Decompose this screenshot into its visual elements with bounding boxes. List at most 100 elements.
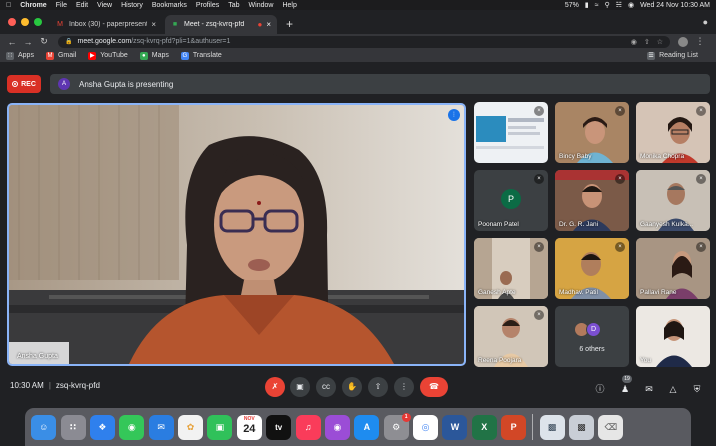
leave-call-button[interactable]: ☎ [420,377,448,397]
close-tab-icon[interactable]: × [266,20,271,29]
participant-tile[interactable]: × Reena Poojara [474,306,548,367]
captions-button[interactable]: cc [316,377,336,397]
share-icon[interactable]: ⇧ [644,38,650,46]
forward-icon[interactable]: → [22,37,34,47]
reload-icon[interactable]: ↻ [38,36,50,47]
photos-icon[interactable]: ✿ [178,414,204,440]
wifi-icon[interactable]: ≈ [595,2,599,9]
launchpad-icon[interactable]: ∷ [60,414,86,440]
participant-tile[interactable]: × Pallavi Rane [636,238,710,299]
apps-grid-icon: ∷ [6,51,14,60]
apple-icon[interactable]:  [6,2,11,9]
people-icon[interactable]: ♟ 19 [618,375,632,396]
participant-name: Reena Poojara [478,357,522,364]
tab-label: Meet - zsq-kvrq-pfd [184,21,245,28]
menu-history[interactable]: History [121,2,143,9]
zoom-window-button[interactable] [34,18,42,26]
tab-meet[interactable]: ■ Meet - zsq-kvrq-pfd ● × [165,15,277,34]
recent-window-icon[interactable]: ▩ [568,414,594,440]
participant-tile[interactable]: × [474,102,548,163]
participant-tile[interactable]: P × Poonam Patel [474,170,548,231]
more-menu-icon[interactable]: ⋮ [694,36,706,47]
bookmark-youtube[interactable]: ▶ YouTube [88,51,128,60]
participant-tile[interactable]: × Dr. G. R. Jani [555,170,629,231]
safari-icon[interactable]: ❖ [89,414,115,440]
participant-tile[interactable]: You [636,306,710,367]
menu-app-name[interactable]: Chrome [20,2,46,9]
trash-icon[interactable]: ⌫ [598,414,624,440]
chrome-icon[interactable]: ◎ [413,414,439,440]
finder-icon[interactable]: ☺ [31,414,57,440]
tab-gmail-inbox[interactable]: M Inbox (30) - paperpresentation × [50,15,162,34]
excel-icon[interactable]: X [471,414,497,440]
participant-tile[interactable]: × Monika Chopra [636,102,710,163]
music-icon[interactable]: ♫ [295,414,321,440]
messages-icon[interactable]: ◉ [119,414,145,440]
close-tab-icon[interactable]: × [151,20,156,29]
menu-help[interactable]: Help [282,2,296,9]
back-icon[interactable]: ← [6,37,18,47]
participant-tile[interactable]: × Ganesh Apte [474,238,548,299]
menu-file[interactable]: File [56,2,67,9]
muted-mic-icon: × [534,242,544,252]
presenter-avatar: A [58,78,70,90]
calendar-icon[interactable]: NOV 24 [236,414,262,440]
participant-tile[interactable]: D 6 others [555,306,629,367]
speaking-indicator-icon: ⋮ [448,109,460,121]
meeting-info-icon[interactable]: ⓘ [593,382,607,396]
menu-window[interactable]: Window [249,2,274,9]
chat-icon[interactable]: ✉ [642,382,656,396]
lock-icon[interactable]: 🔒 [65,38,72,45]
participant-tile[interactable]: × Gaanyesh Kulka... [636,170,710,231]
muted-mic-icon: × [696,174,706,184]
menu-view[interactable]: View [97,2,112,9]
participant-name: Monika Chopra [640,153,685,160]
participant-tile[interactable]: × Madhav. Patil [555,238,629,299]
host-controls-icon[interactable]: ⛨ [690,382,704,396]
bookmark-star-icon[interactable]: ☆ [657,38,663,46]
bookmark-label: YouTube [100,52,128,59]
activities-icon[interactable]: △ [666,382,680,396]
appletv-icon[interactable]: tv [266,414,292,440]
bookmark-apps[interactable]: ∷ Apps [6,51,34,60]
more-options-button[interactable]: ⋮ [394,377,414,397]
app-store-icon[interactable]: A [354,414,380,440]
camera-permission-icon[interactable]: ◉ [631,38,637,46]
bookmark-gmail[interactable]: M Gmail [45,51,76,60]
camera-button[interactable]: ▣ [290,377,310,397]
system-preferences-icon[interactable]: ⚙ 1 [383,412,411,440]
siri-icon[interactable]: ◉ [628,1,634,9]
control-center-icon[interactable]: ☵ [616,1,622,9]
podcasts-icon[interactable]: ◉ [324,414,350,440]
word-icon[interactable]: W [442,414,468,440]
main-speaker-name: Ansha Gupta [17,353,58,360]
participant-name: Gaanyesh Kulka... [640,221,694,228]
raise-hand-button[interactable]: ✋ [342,377,362,397]
address-bar[interactable]: 🔒 meet.google.com /zsq-kvrq-pfd?pli=1&au… [58,35,670,48]
menu-profiles[interactable]: Profiles [196,2,219,9]
menu-bookmarks[interactable]: Bookmarks [152,2,187,9]
minimize-window-button[interactable] [21,18,29,26]
powerpoint-icon[interactable]: P [501,414,527,440]
present-screen-button[interactable]: ⇧ [368,377,388,397]
tab-search-icon[interactable]: ● [703,10,708,34]
reading-list-button[interactable]: ☰ Reading List [647,51,698,60]
main-speaker-tile[interactable]: Ansha Gupta ⋮ [7,103,466,366]
profile-avatar[interactable] [678,36,688,47]
notification-badge: 1 [401,412,411,422]
mic-off-button[interactable]: ✗ [265,377,285,397]
bookmark-maps[interactable]: ● Maps [139,51,169,60]
menubar-datetime[interactable]: Wed 24 Nov 10:30 AM [640,2,710,9]
downloads-stack-icon[interactable]: ▩ [539,414,565,440]
recording-badge[interactable]: REC [7,75,41,93]
facetime-icon[interactable]: ▣ [207,414,233,440]
close-window-button[interactable] [8,18,16,26]
new-tab-button[interactable]: + [280,15,299,34]
menu-edit[interactable]: Edit [76,2,88,9]
bookmark-translate[interactable]: G Translate [180,51,222,60]
search-icon[interactable]: ⚲ [605,1,610,9]
menu-tab[interactable]: Tab [228,2,239,9]
participant-tile[interactable]: × Bincy Baby [555,102,629,163]
battery-icon[interactable]: ▮ [585,1,589,9]
mail-icon[interactable]: ✉ [148,414,174,440]
